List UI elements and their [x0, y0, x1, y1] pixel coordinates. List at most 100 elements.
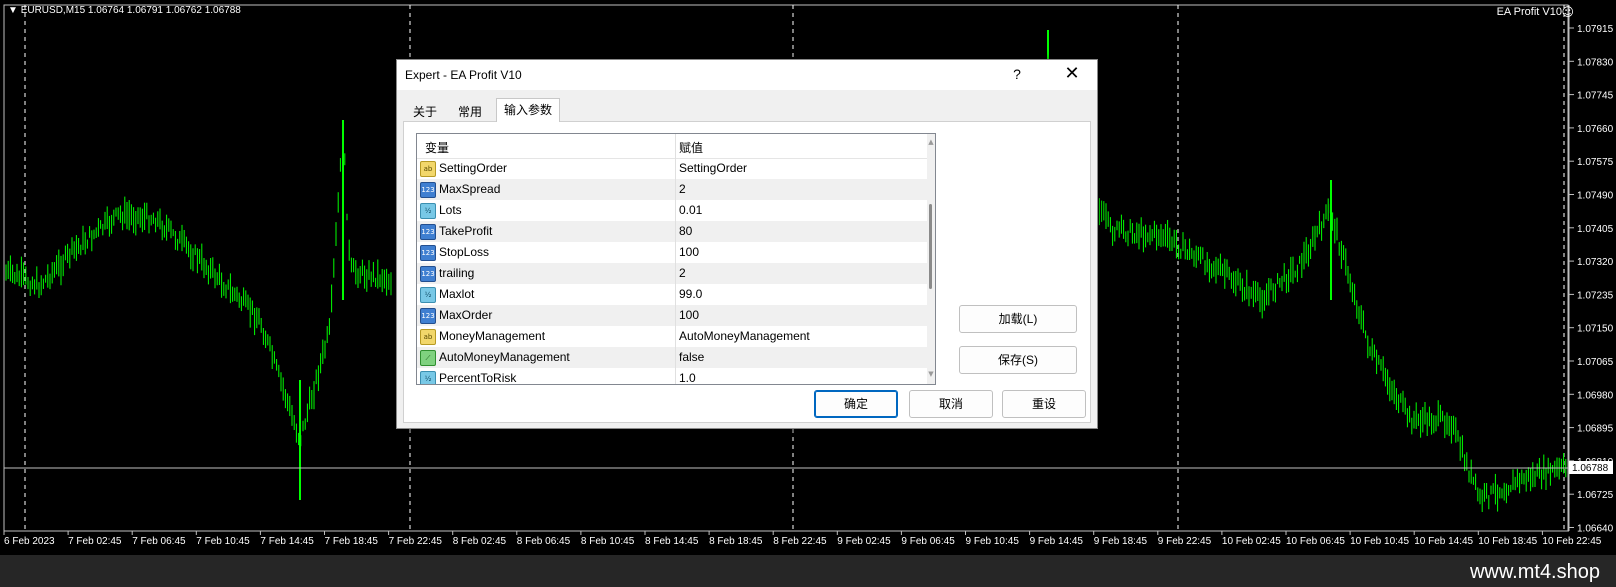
- param-value[interactable]: 100: [679, 245, 699, 259]
- param-name: PercentToRisk: [439, 371, 517, 385]
- time-tick-label: 7 Feb 22:45: [389, 536, 443, 547]
- param-row[interactable]: ⟋ AutoMoneyManagement false: [417, 347, 927, 368]
- price-tick-label: 1.06895: [1577, 424, 1614, 435]
- param-row[interactable]: ½ Lots 0.01: [417, 200, 927, 221]
- string-type-icon: ab: [420, 329, 436, 345]
- param-row[interactable]: ½ PercentToRisk 1.0: [417, 368, 927, 385]
- column-separator: [675, 134, 676, 384]
- bool-type-icon: ⟋: [420, 350, 436, 366]
- scroll-down-icon[interactable]: ▼: [927, 370, 935, 378]
- param-row[interactable]: ab MoneyManagement AutoMoneyManagement: [417, 326, 927, 347]
- time-tick-label: 7 Feb 18:45: [325, 536, 379, 547]
- time-tick-label: 8 Feb 10:45: [581, 536, 635, 547]
- price-tick-label: 1.07405: [1577, 224, 1614, 235]
- input-parameters-grid[interactable]: 变量 赋值 ab SettingOrder SettingOrder 123 MaxSp…: [416, 133, 936, 385]
- current-price-label: 1.06788: [1572, 463, 1609, 474]
- price-tick-label: 1.07745: [1577, 91, 1614, 102]
- price-tick-label: 1.07830: [1577, 57, 1614, 68]
- help-button[interactable]: ?: [1007, 64, 1027, 84]
- price-tick-label: 1.07235: [1577, 290, 1614, 301]
- time-tick-label: 10 Feb 18:45: [1478, 536, 1537, 547]
- reset-button[interactable]: 重设: [1002, 390, 1086, 418]
- integer-type-icon: 123: [420, 308, 436, 324]
- scroll-thumb[interactable]: [929, 204, 932, 289]
- ok-button[interactable]: 确定: [814, 390, 898, 418]
- param-row[interactable]: ab SettingOrder SettingOrder: [417, 158, 927, 179]
- time-tick-label: 6 Feb 2023: [4, 536, 55, 547]
- tab-inputs[interactable]: 输入参数: [496, 98, 560, 122]
- dialog-titlebar[interactable]: Expert - EA Profit V10 ? ✕: [397, 60, 1097, 90]
- scroll-up-icon[interactable]: ▲: [927, 138, 935, 146]
- param-value[interactable]: 2: [679, 182, 686, 196]
- integer-type-icon: 123: [420, 245, 436, 261]
- price-tick-label: 1.07915: [1577, 24, 1614, 35]
- time-tick-label: 10 Feb 06:45: [1286, 536, 1345, 547]
- grid-header: 变量 赋值: [417, 134, 935, 159]
- integer-type-icon: 123: [420, 182, 436, 198]
- column-value[interactable]: 赋值: [679, 139, 703, 156]
- param-name: MaxSpread: [439, 182, 501, 196]
- param-value[interactable]: 99.0: [679, 287, 702, 301]
- price-tick-label: 1.07150: [1577, 324, 1614, 335]
- integer-type-icon: 123: [420, 224, 436, 240]
- double-type-icon: ½: [420, 203, 436, 219]
- param-value[interactable]: 0.01: [679, 203, 702, 217]
- column-variable[interactable]: 变量: [425, 139, 449, 156]
- double-type-icon: ½: [420, 287, 436, 303]
- param-row[interactable]: 123 MaxSpread 2: [417, 179, 927, 200]
- smiley-icon: ☺: [1561, 5, 1574, 19]
- param-name: Maxlot: [439, 287, 475, 301]
- param-value[interactable]: SettingOrder: [679, 161, 747, 175]
- string-type-icon: ab: [420, 161, 436, 177]
- param-value[interactable]: AutoMoneyManagement: [679, 329, 810, 343]
- param-value[interactable]: false: [679, 350, 704, 364]
- param-row[interactable]: 123 TakeProfit 80: [417, 221, 927, 242]
- param-name: MaxOrder: [439, 308, 493, 322]
- time-tick-label: 7 Feb 14:45: [260, 536, 314, 547]
- time-tick-label: 10 Feb 10:45: [1350, 536, 1409, 547]
- price-tick-label: 1.06725: [1577, 490, 1614, 501]
- time-tick-label: 8 Feb 18:45: [709, 536, 763, 547]
- dialog-title: Expert - EA Profit V10: [405, 68, 522, 82]
- time-tick-label: 9 Feb 06:45: [901, 536, 955, 547]
- price-tick-label: 1.07490: [1577, 191, 1614, 202]
- param-value[interactable]: 100: [679, 308, 699, 322]
- integer-type-icon: 123: [420, 266, 436, 282]
- watermark: www.mt4.shop: [1469, 561, 1600, 583]
- time-tick-label: 10 Feb 02:45: [1222, 536, 1281, 547]
- time-tick-label: 8 Feb 02:45: [453, 536, 507, 547]
- param-row[interactable]: 123 trailing 2: [417, 263, 927, 284]
- param-name: AutoMoneyManagement: [439, 350, 570, 364]
- load-button[interactable]: 加载(L): [959, 305, 1077, 333]
- param-name: Lots: [439, 203, 462, 217]
- cancel-button[interactable]: 取消: [909, 390, 993, 418]
- dropdown-triangle-icon[interactable]: ▼: [8, 5, 18, 16]
- time-tick-label: 9 Feb 14:45: [1030, 536, 1084, 547]
- price-tick-label: 1.07575: [1577, 157, 1614, 168]
- param-row[interactable]: ½ Maxlot 99.0: [417, 284, 927, 305]
- time-tick-label: 9 Feb 02:45: [837, 536, 891, 547]
- time-tick-label: 7 Feb 06:45: [132, 536, 186, 547]
- grid-scrollbar[interactable]: ▲ ▼: [927, 134, 935, 384]
- time-tick-label: 7 Feb 10:45: [196, 536, 250, 547]
- price-tick-label: 1.07065: [1577, 357, 1614, 368]
- close-button[interactable]: ✕: [1057, 62, 1087, 86]
- param-row[interactable]: 123 MaxOrder 100: [417, 305, 927, 326]
- price-tick-label: 1.06980: [1577, 390, 1614, 401]
- time-tick-label: 7 Feb 02:45: [68, 536, 122, 547]
- save-button[interactable]: 保存(S): [959, 346, 1077, 374]
- time-tick-label: 9 Feb 22:45: [1158, 536, 1212, 547]
- param-value[interactable]: 2: [679, 266, 686, 280]
- param-row[interactable]: 123 StopLoss 100: [417, 242, 927, 263]
- time-tick-label: 8 Feb 06:45: [517, 536, 571, 547]
- param-name: MoneyManagement: [439, 329, 546, 343]
- tab-about[interactable]: 关于: [405, 101, 445, 123]
- price-tick-label: 1.07320: [1577, 257, 1614, 268]
- param-value[interactable]: 1.0: [679, 371, 696, 384]
- param-value[interactable]: 80: [679, 224, 692, 238]
- tab-common[interactable]: 常用: [450, 101, 490, 123]
- symbol-info: ▼ EURUSD,M15 1.06764 1.06791 1.06762 1.0…: [8, 5, 241, 16]
- double-type-icon: ½: [420, 371, 436, 384]
- param-name: SettingOrder: [439, 161, 508, 175]
- watermark-bar: [0, 555, 1616, 587]
